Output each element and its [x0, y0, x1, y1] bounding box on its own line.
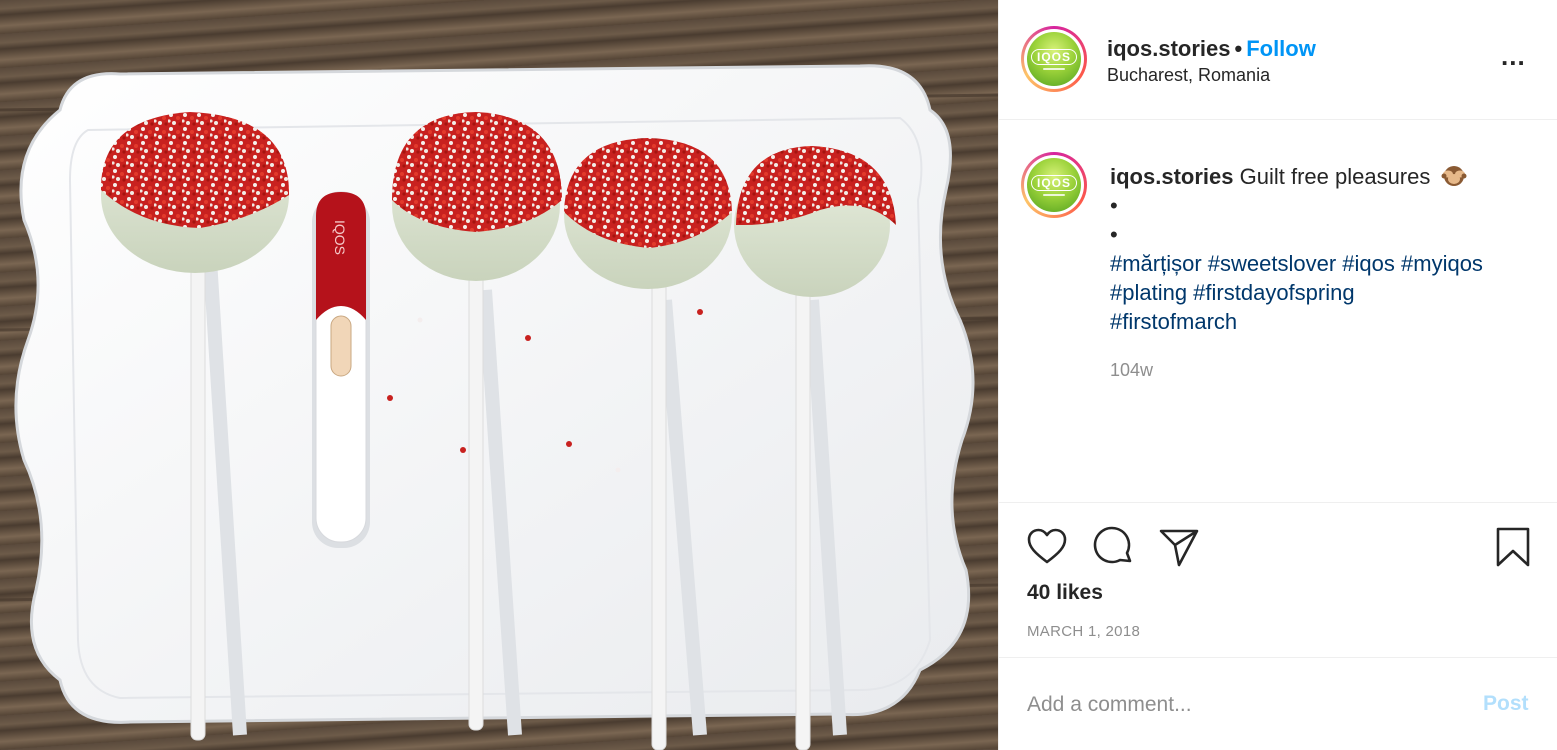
cake-pop: [392, 112, 562, 281]
see-no-evil-monkey-icon: [1441, 166, 1466, 186]
username-link[interactable]: iqos.stories: [1107, 36, 1230, 61]
cake-pop: [100, 112, 290, 273]
header-user-line: iqos.stories • Follow: [1107, 36, 1316, 62]
caption-bullet: •: [1110, 222, 1118, 247]
hashtags-line[interactable]: #mărțișor #sweetslover #iqos #myiqos: [1110, 249, 1530, 278]
comment-icon[interactable]: [1091, 525, 1135, 569]
avatar-logo: IQOS: [1030, 174, 1077, 191]
post-header: IQOS iqos.stories • Follow Bucharest, Roma…: [999, 0, 1557, 120]
cake-pop-stick: [795, 269, 811, 750]
post-photo[interactable]: IQOS: [0, 0, 998, 750]
heart-icon[interactable]: [1025, 525, 1069, 569]
hashtags-line[interactable]: #firstofmarch: [1110, 307, 1530, 336]
caption-bullet: •: [1110, 193, 1118, 218]
cake-pop-stick: [468, 259, 484, 731]
caption-username-link[interactable]: iqos.stories: [1110, 164, 1233, 189]
comment-input[interactable]: [1027, 690, 1457, 720]
cake-pops-photo: IQOS: [0, 64, 998, 750]
iqos-device: IQOS: [312, 191, 370, 548]
caption-body: Guilt free pleasures: [1239, 164, 1431, 189]
share-icon[interactable]: [1157, 525, 1201, 569]
caption-avatar[interactable]: IQOS: [1021, 152, 1087, 218]
likes-count[interactable]: 40 likes: [1027, 581, 1103, 605]
comment-bar: Post: [999, 658, 1557, 750]
avatar-logo: IQOS: [1030, 48, 1077, 65]
post-actions: 40 likes MARCH 1, 2018: [999, 502, 1557, 658]
hashtags-line[interactable]: #plating #firstdayofspring: [1110, 278, 1530, 307]
post-side-panel: IQOS iqos.stories • Follow Bucharest, Roma…: [998, 0, 1557, 750]
post-date: MARCH 1, 2018: [1027, 623, 1141, 640]
iqos-device-label: IQOS: [332, 220, 348, 255]
more-options-button[interactable]: ...: [1501, 43, 1526, 69]
cake-pop: [564, 138, 732, 289]
location-link[interactable]: Bucharest, Romania: [1107, 65, 1270, 86]
cake-pop-stick: [651, 269, 667, 750]
caption-area: IQOS iqos.stories Guilt free pleasures •…: [999, 120, 1557, 502]
caption-text: iqos.stories Guilt free pleasures • • #m…: [1110, 162, 1530, 336]
caption-timestamp[interactable]: 104w: [1110, 360, 1153, 381]
separator-dot: •: [1234, 36, 1243, 61]
follow-button[interactable]: Follow: [1246, 36, 1316, 61]
cake-pop-stick: [190, 239, 206, 741]
bookmark-icon[interactable]: [1491, 525, 1535, 569]
post-comment-button[interactable]: Post: [1483, 692, 1529, 716]
avatar[interactable]: IQOS: [1021, 26, 1087, 92]
